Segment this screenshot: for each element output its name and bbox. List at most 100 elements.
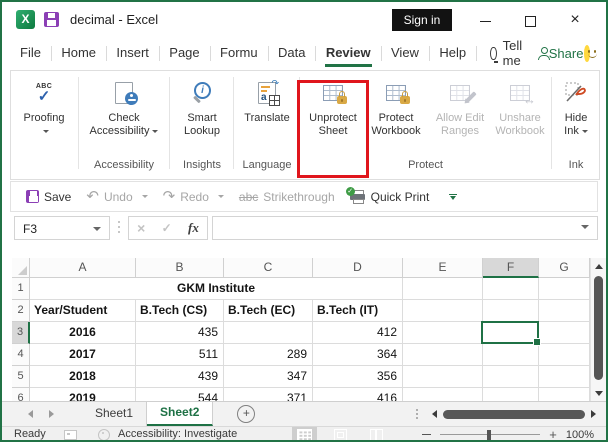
smart-lookup-button[interactable]: i Smart Lookup [173,74,231,158]
unprotect-sheet-button[interactable]: Unprotect Sheet [303,74,363,158]
cell-g4[interactable] [539,344,590,366]
cell-c2[interactable]: B.Tech (EC) [224,300,313,322]
fill-handle[interactable] [533,338,541,346]
enter-icon[interactable]: ✓ [162,221,172,235]
cell-b2[interactable]: B.Tech (CS) [136,300,224,322]
cell-b6[interactable]: 544 [136,388,224,401]
cell-f4[interactable] [483,344,539,366]
row-header-5[interactable]: 5 [12,366,30,388]
cell-e1[interactable] [403,278,483,300]
tab-formulas[interactable]: Formu [210,38,268,68]
cell-b3[interactable]: 435 [136,322,224,344]
cell-c3[interactable] [224,322,313,344]
customize-toolbar-button[interactable] [449,193,458,200]
insert-function-icon[interactable]: fx [188,220,199,236]
tab-review[interactable]: Review [316,38,381,68]
cell-a4[interactable]: 2017 [30,344,136,366]
cell-g5[interactable] [539,366,590,388]
row-header-4[interactable]: 4 [12,344,30,366]
sheet-tab-sheet2[interactable]: Sheet2 [147,402,214,426]
cell-a1-merged-title[interactable]: GKM Institute [30,278,403,300]
cell-a6[interactable]: 2019 [30,388,136,401]
normal-view-button[interactable] [292,427,317,440]
share-button[interactable]: Share [549,46,584,61]
tab-view[interactable]: View [381,38,429,68]
qat-quick-print-button[interactable]: ✓ Quick Print [345,186,429,204]
hide-ink-button[interactable]: Hide Ink [554,74,598,158]
vertical-scrollbar[interactable] [590,258,606,401]
scroll-right-icon[interactable] [591,410,596,418]
proofing-button[interactable]: ABC ✓ Proofing [13,74,75,158]
protect-workbook-button[interactable]: Protect Workbook [364,74,428,158]
sheet-tab-sheet1[interactable]: Sheet1 [82,402,148,426]
cell-g6[interactable] [539,388,590,401]
feedback-smiley-icon[interactable] [583,44,598,62]
cell-f5[interactable] [483,366,539,388]
cell-g1[interactable] [539,278,590,300]
selected-cell-f3[interactable] [481,321,541,346]
macro-record-icon[interactable] [64,430,77,440]
cell-a2[interactable]: Year/Student [30,300,136,322]
cell-g3[interactable] [539,322,590,344]
select-all-corner[interactable] [12,258,30,278]
translate-button[interactable]: a ↷ Translate [237,74,297,158]
tab-page-layout[interactable]: Page [159,38,209,68]
formula-bar-expand-icon[interactable] [581,225,589,229]
cell-d5[interactable]: 356 [313,366,403,388]
cell-d6[interactable]: 416 [313,388,403,401]
page-break-view-button[interactable] [364,427,389,440]
new-sheet-button[interactable]: + [237,405,256,423]
qat-save-button[interactable]: Save [26,190,71,204]
tab-home[interactable]: Home [51,38,106,68]
tab-file[interactable]: File [10,38,51,68]
vertical-scrollbar-thumb[interactable] [594,276,603,380]
horizontal-scrollbar[interactable] [432,402,596,426]
column-header-f[interactable]: F [483,258,539,278]
cell-d4[interactable]: 364 [313,344,403,366]
cell-e3[interactable] [403,322,483,344]
save-icon[interactable] [44,12,59,27]
column-header-c[interactable]: C [224,258,313,278]
minimize-button[interactable] [470,7,500,33]
column-header-b[interactable]: B [136,258,224,278]
row-header-3[interactable]: 3 [12,322,30,344]
column-header-e[interactable]: E [403,258,483,278]
cell-f1[interactable] [483,278,539,300]
row-header-6[interactable]: 6 [12,388,30,401]
cell-g2[interactable] [539,300,590,322]
name-box[interactable]: F3 [14,216,110,240]
cancel-icon[interactable]: × [137,220,145,236]
cell-c4[interactable]: 289 [224,344,313,366]
close-button[interactable]: × [560,7,590,33]
previous-sheet-icon[interactable] [28,410,33,418]
cell-a3[interactable]: 2016 [30,322,136,344]
tab-insert[interactable]: Insert [106,38,159,68]
accessibility-status[interactable]: Accessibility: Investigate [118,428,237,440]
cell-b5[interactable]: 439 [136,366,224,388]
zoom-slider[interactable] [440,429,541,440]
cell-f6[interactable] [483,388,539,401]
scroll-up-icon[interactable] [595,264,603,269]
zoom-in-icon[interactable]: + [549,428,557,441]
cell-f2[interactable] [483,300,539,322]
tab-help[interactable]: Help [429,38,476,68]
horizontal-scrollbar-thumb[interactable] [443,409,585,419]
row-header-1[interactable]: 1 [12,278,30,300]
cell-e5[interactable] [403,366,483,388]
cell-d2[interactable]: B.Tech (IT) [313,300,403,322]
zoom-out-icon[interactable] [422,434,432,435]
cell-e2[interactable] [403,300,483,322]
maximize-button[interactable] [515,7,545,33]
cell-d3[interactable]: 412 [313,322,403,344]
cell-e4[interactable] [403,344,483,366]
check-accessibility-button[interactable]: Check Accessibility [81,74,167,158]
scroll-down-icon[interactable] [595,391,603,396]
row-header-2[interactable]: 2 [12,300,30,322]
cell-e6[interactable] [403,388,483,401]
cell-a5[interactable]: 2018 [30,366,136,388]
accessibility-checker-icon[interactable] [98,429,110,440]
cell-c6[interactable]: 371 [224,388,313,401]
column-header-a[interactable]: A [30,258,136,278]
next-sheet-icon[interactable] [49,410,54,418]
scroll-left-icon[interactable] [432,410,437,418]
